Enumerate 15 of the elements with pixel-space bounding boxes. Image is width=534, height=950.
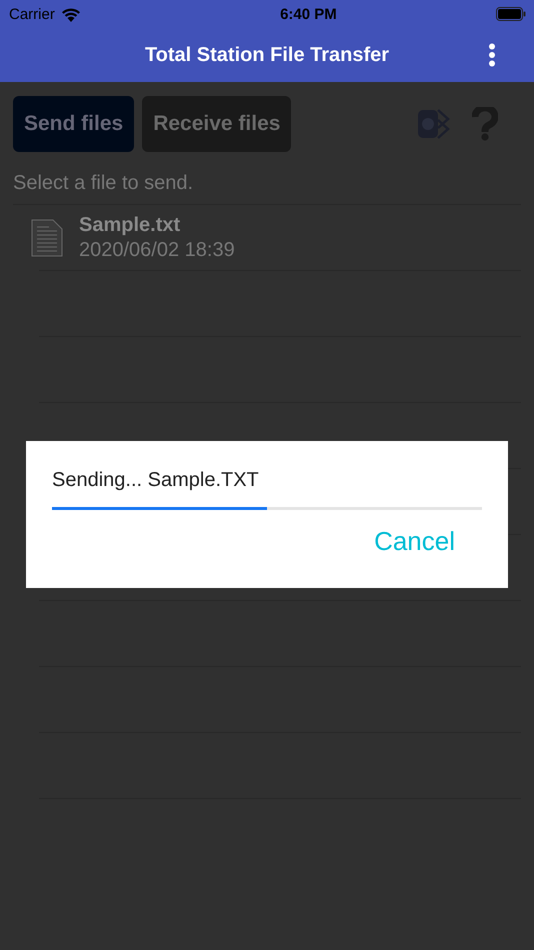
clock-time: 6:40 PM [280, 6, 337, 22]
file-date: 2020/06/02 18:39 [79, 238, 235, 262]
instruction-text: Select a file to send. [13, 172, 194, 196]
progress-message: Sending... Sample.TXT [52, 469, 260, 493]
document-icon [31, 218, 63, 256]
mode-button[interactable]: Send files [13, 96, 134, 152]
app-title: Total Station File Transfer [144, 44, 390, 66]
file-row[interactable]: Sample.txt 2020/06/02 18:39 [13, 204, 521, 270]
more-menu-icon[interactable] [488, 43, 496, 67]
battery-icon [496, 7, 526, 21]
mode-button[interactable]: Receive files [142, 96, 292, 152]
cancel-button[interactable]: Cancel [374, 522, 482, 561]
file-name: Sample.txt [79, 214, 182, 236]
wifi-icon [60, 6, 81, 22]
carrier-label: Carrier [9, 6, 55, 22]
